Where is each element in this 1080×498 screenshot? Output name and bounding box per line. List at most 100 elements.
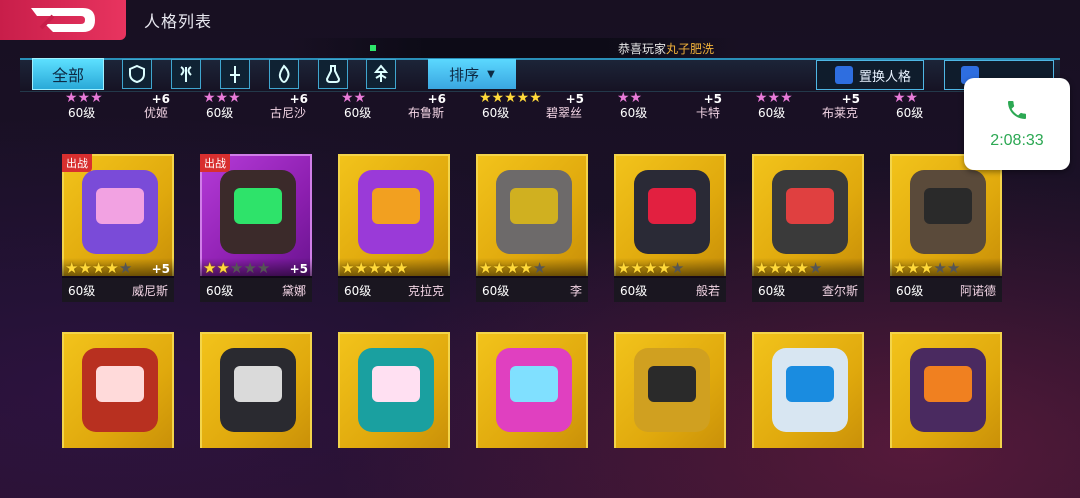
card-level: 60级 bbox=[896, 283, 924, 298]
call-overlay[interactable]: 2:08:33 bbox=[964, 78, 1070, 170]
star-icon: ★ bbox=[519, 258, 533, 277]
character-art bbox=[634, 170, 710, 254]
card-name: 碧翠丝 bbox=[545, 105, 582, 120]
card-level: 60级 bbox=[620, 283, 648, 298]
star-icon: ★ bbox=[354, 258, 368, 277]
card-name: 威尼斯 bbox=[131, 283, 168, 298]
card-plus: +5 bbox=[151, 262, 170, 276]
character-card[interactable]: ★ ★ ★ ★ ★ 60级 克拉克 bbox=[338, 154, 450, 304]
character-card[interactable]: ★ ★ ★ ★ ★ 60级 般若 bbox=[614, 154, 726, 304]
star-icon: ★ bbox=[933, 258, 947, 277]
card-portrait bbox=[890, 332, 1002, 448]
card-name: 布莱克 bbox=[821, 105, 858, 120]
star-icon: ★ bbox=[946, 258, 961, 277]
card-level: 60级 bbox=[206, 105, 234, 120]
character-art bbox=[910, 170, 986, 254]
card-portrait bbox=[338, 332, 450, 448]
character-face bbox=[924, 188, 972, 224]
axe-role-icon[interactable] bbox=[171, 59, 201, 89]
card-portrait bbox=[200, 332, 312, 448]
potion-role-icon[interactable] bbox=[318, 59, 348, 89]
character-face bbox=[234, 366, 282, 402]
card-stars: ★★★★★ bbox=[752, 258, 864, 278]
flame-role-icon[interactable] bbox=[269, 59, 299, 89]
shield-role-icon[interactable] bbox=[122, 59, 152, 89]
character-card[interactable]: ★★ +5 60级 卡特 bbox=[614, 92, 726, 126]
card-info: 60级 黛娜 bbox=[200, 278, 312, 302]
star-icon: ★ bbox=[893, 258, 907, 277]
character-card[interactable] bbox=[62, 332, 174, 448]
swap-persona-button[interactable]: 置换人格 bbox=[816, 60, 924, 90]
star-icon: ★ bbox=[78, 258, 92, 277]
card-name: 阿诺德 bbox=[959, 283, 996, 298]
character-card[interactable]: ★ ★ ★ ★ ★ 60级 查尔斯 bbox=[752, 154, 864, 304]
character-card[interactable]: 出战 ★ ★ ★ ★ ★ +5 60级 威尼斯 bbox=[62, 154, 174, 304]
card-info: 60级 克拉克 bbox=[338, 278, 450, 302]
announcement-ticker: 恭喜玩家 丸子肥洗 bbox=[290, 38, 740, 58]
star-icon: ★ bbox=[630, 258, 644, 277]
tab-all[interactable]: 全部 bbox=[32, 58, 104, 90]
card-name: 优姬 bbox=[143, 105, 168, 120]
card-level: 60级 bbox=[68, 105, 96, 120]
character-card[interactable]: ★★★★★ +5 60级 碧翠丝 bbox=[476, 92, 588, 126]
star-icon: ★ bbox=[243, 258, 257, 277]
character-art bbox=[220, 348, 296, 432]
card-plus: +5 bbox=[289, 262, 308, 276]
card-level: 60级 bbox=[482, 105, 510, 120]
character-face bbox=[786, 188, 834, 224]
character-face bbox=[510, 366, 558, 402]
phone-icon bbox=[1008, 101, 1026, 119]
character-card[interactable] bbox=[200, 332, 312, 448]
star-icon: ★ bbox=[492, 258, 506, 277]
star-icon: ★ bbox=[795, 258, 809, 277]
star-icon: ★ bbox=[394, 258, 409, 277]
character-card[interactable]: ★★ +6 60级 布鲁斯 bbox=[338, 92, 450, 126]
card-info: 60级 威尼斯 bbox=[62, 278, 174, 302]
character-card[interactable] bbox=[890, 332, 1002, 448]
swap-label: 置换人格 bbox=[859, 69, 912, 85]
back-button[interactable] bbox=[0, 0, 126, 40]
character-art bbox=[496, 170, 572, 254]
character-card[interactable]: ★ ★ ★ ★ ★ 60级 阿诺德 bbox=[890, 154, 1002, 304]
character-card[interactable] bbox=[614, 332, 726, 448]
star-icon: ★ bbox=[65, 258, 79, 277]
arrow-role-icon[interactable] bbox=[366, 59, 396, 89]
character-card[interactable]: ★★★ +6 60级 古尼沙 bbox=[200, 92, 312, 126]
sword-role-icon[interactable] bbox=[220, 59, 250, 89]
character-card[interactable]: ★★★ +5 60级 布莱克 bbox=[752, 92, 864, 126]
card-level: 60级 bbox=[620, 105, 648, 120]
star-icon: ★ bbox=[755, 258, 769, 277]
character-card[interactable]: ★★★ +6 60级 优姬 bbox=[62, 92, 174, 126]
character-grid: ★★★ +6 60级 优姬 ★★★ +6 60级 古尼沙 ★★ +6 60级 布鲁斯 … bbox=[58, 92, 1018, 448]
character-face bbox=[924, 366, 972, 402]
card-name: 黛娜 bbox=[281, 283, 306, 298]
character-card[interactable] bbox=[752, 332, 864, 448]
star-icon: ★ bbox=[367, 258, 382, 277]
card-portrait bbox=[614, 332, 726, 448]
character-face bbox=[372, 366, 420, 402]
sort-button[interactable]: 排序 ▼ bbox=[428, 59, 516, 89]
character-art bbox=[634, 348, 710, 432]
character-card[interactable] bbox=[476, 332, 588, 448]
star-icon: ★ bbox=[479, 258, 493, 277]
star-icon: ★ bbox=[532, 258, 547, 277]
character-face bbox=[786, 366, 834, 402]
star-icon: ★ bbox=[919, 258, 934, 277]
card-portrait bbox=[752, 332, 864, 448]
card-portrait bbox=[62, 332, 174, 448]
deployed-badge: 出战 bbox=[200, 154, 230, 172]
character-card[interactable]: ★ ★ ★ ★ ★ 60级李 bbox=[476, 154, 588, 304]
star-icon: ★ bbox=[808, 258, 823, 277]
character-card[interactable]: 出战 ★ ★ ★ ★ ★ +5 60级 黛娜 bbox=[200, 154, 312, 304]
character-face bbox=[648, 188, 696, 224]
star-icon: ★ bbox=[657, 258, 671, 277]
character-art bbox=[772, 170, 848, 254]
page-title: 人格列表 bbox=[144, 12, 213, 31]
star-icon: ★ bbox=[670, 258, 685, 277]
ticker-player: 丸子肥洗 bbox=[665, 41, 714, 56]
character-face bbox=[372, 188, 420, 224]
character-art bbox=[220, 170, 296, 254]
star-icon: ★ bbox=[617, 258, 631, 277]
character-card[interactable] bbox=[338, 332, 450, 448]
star-icon: ★ bbox=[906, 258, 920, 277]
